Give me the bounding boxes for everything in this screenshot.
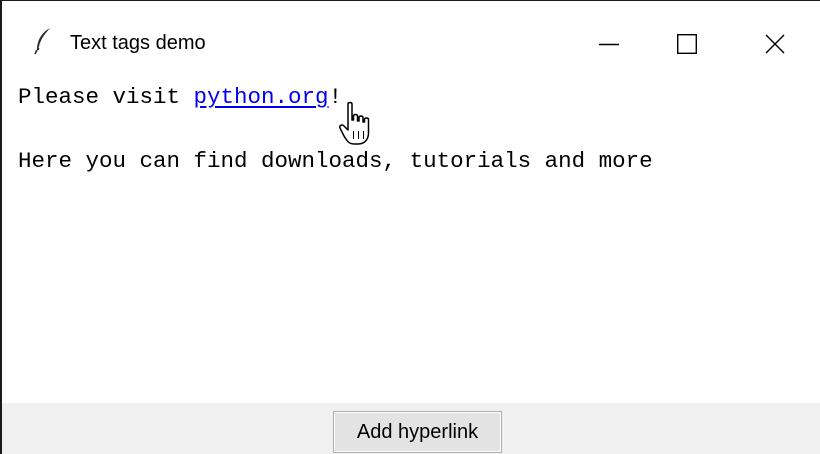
- maximize-button[interactable]: [657, 15, 717, 73]
- title-bar[interactable]: Text tags demo: [2, 1, 820, 73]
- minimize-icon: [598, 33, 620, 55]
- minimize-button[interactable]: [579, 15, 639, 73]
- python-org-link[interactable]: python.org: [194, 84, 329, 110]
- maximize-icon: [676, 33, 698, 55]
- exclamation-text: !: [328, 84, 343, 110]
- text-widget[interactable]: Please visit python.org! Here you can fi…: [2, 73, 820, 403]
- hand-pointer-icon: [338, 101, 376, 149]
- app-window: Text tags demo Please visit python.org! …: [0, 0, 820, 454]
- window-title: Text tags demo: [70, 32, 206, 54]
- bottom-bar: Add hyperlink: [2, 403, 820, 454]
- text-line-2: Here you can find downloads, tutorials a…: [18, 148, 653, 174]
- close-icon: [764, 33, 786, 55]
- visit-text: Please visit: [18, 84, 194, 110]
- feather-icon: [32, 27, 54, 55]
- close-button[interactable]: [745, 15, 805, 73]
- add-hyperlink-button[interactable]: Add hyperlink: [333, 411, 502, 453]
- text-line-1: Please visit python.org!: [18, 84, 342, 110]
